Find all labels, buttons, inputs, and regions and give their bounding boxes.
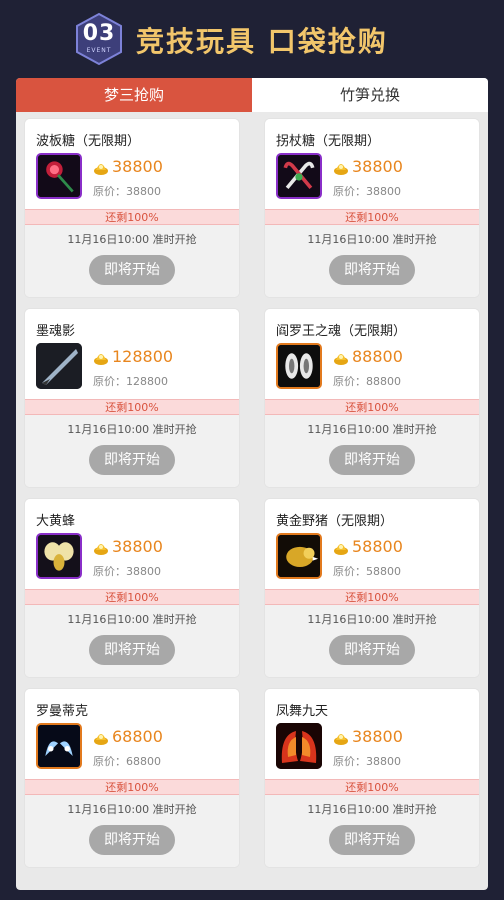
item-card: 凤舞九天 38800 原价：38800 还剩100% 11月16日10:00 准…	[264, 688, 480, 868]
item-card: 黄金野猪（无限期） 58800 原价：58800 还剩100% 11月16日10…	[264, 498, 480, 678]
item-card: 罗曼蒂克 68800 原价：68800 还剩100% 11月16日10:00 准…	[24, 688, 240, 868]
coming-soon-button[interactable]: 即将开始	[89, 445, 175, 475]
shop-panel: 梦三抢购 竹笋兑换 波板糖（无限期） 38800 原价：38800 还剩100%…	[16, 78, 488, 890]
bamboo-coin-icon	[334, 353, 348, 365]
badge-number: 03	[82, 21, 116, 46]
sale-time: 11月16日10:00 准时开抢	[67, 803, 197, 816]
original-price: 原价：68800	[93, 755, 161, 768]
bamboo-coin-icon	[334, 733, 348, 745]
item-price: 38800	[352, 157, 403, 176]
coming-soon-button[interactable]: 即将开始	[329, 255, 415, 285]
phoenix-wings-icon	[276, 723, 322, 769]
sale-time: 11月16日10:00 准时开抢	[307, 803, 437, 816]
blade-icon	[36, 343, 82, 389]
item-name: 拐杖糖（无限期）	[276, 134, 381, 149]
item-price: 38800	[112, 157, 163, 176]
tab-bar: 梦三抢购 竹笋兑换	[16, 78, 488, 112]
stock-remaining: 还剩100%	[25, 209, 239, 225]
sale-time: 11月16日10:00 准时开抢	[67, 613, 197, 626]
coming-soon-button[interactable]: 即将开始	[329, 445, 415, 475]
soul-icon	[276, 343, 322, 389]
sale-time: 11月16日10:00 准时开抢	[307, 423, 437, 436]
bamboo-coin-icon	[94, 543, 108, 555]
bee-icon	[36, 533, 82, 579]
stock-remaining: 还剩100%	[265, 589, 479, 605]
bamboo-coin-icon	[334, 163, 348, 175]
item-name: 黄金野猪（无限期）	[276, 514, 394, 529]
original-price: 原价：128800	[93, 375, 168, 388]
bamboo-coin-icon	[94, 733, 108, 745]
stock-remaining: 还剩100%	[265, 209, 479, 225]
stock-remaining: 还剩100%	[25, 779, 239, 795]
romantic-wings-icon	[36, 723, 82, 769]
item-name: 凤舞九天	[276, 704, 329, 719]
item-name: 阎罗王之魂（无限期）	[276, 324, 407, 339]
original-price: 原价：88800	[333, 375, 401, 388]
candy-cane-icon	[276, 153, 322, 199]
original-price: 原价：58800	[333, 565, 401, 578]
badge-subtitle: EVENT	[86, 47, 112, 54]
event-badge: 03 EVENT	[74, 12, 124, 66]
tab-flash-sale[interactable]: 梦三抢购	[16, 78, 252, 112]
item-card: 大黄蜂 38800 原价：38800 还剩100% 11月16日10:00 准时…	[24, 498, 240, 678]
item-grid: 波板糖（无限期） 38800 原价：38800 还剩100% 11月16日10:…	[24, 118, 480, 868]
stock-remaining: 还剩100%	[25, 589, 239, 605]
item-name: 大黄蜂	[36, 514, 76, 529]
item-price: 38800	[112, 537, 163, 556]
item-price: 58800	[352, 537, 403, 556]
item-card: 拐杖糖（无限期） 38800 原价：38800 还剩100% 11月16日10:…	[264, 118, 480, 298]
tab-bamboo-exchange[interactable]: 竹笋兑换	[252, 78, 488, 112]
coming-soon-button[interactable]: 即将开始	[89, 255, 175, 285]
golden-boar-icon	[276, 533, 322, 579]
page-header: 03 EVENT 竞技玩具 口袋抢购	[0, 0, 504, 72]
stock-remaining: 还剩100%	[25, 399, 239, 415]
item-price: 38800	[352, 727, 403, 746]
item-name: 波板糖（无限期）	[36, 134, 141, 149]
sale-time: 11月16日10:00 准时开抢	[67, 423, 197, 436]
original-price: 原价：38800	[333, 755, 401, 768]
stock-remaining: 还剩100%	[265, 779, 479, 795]
original-price: 原价：38800	[93, 565, 161, 578]
item-card: 墨魂影 128800 原价：128800 还剩100% 11月16日10:00 …	[24, 308, 240, 488]
item-name: 墨魂影	[36, 324, 76, 339]
item-card: 波板糖（无限期） 38800 原价：38800 还剩100% 11月16日10:…	[24, 118, 240, 298]
original-price: 原价：38800	[93, 185, 161, 198]
bamboo-coin-icon	[334, 543, 348, 555]
sale-time: 11月16日10:00 准时开抢	[307, 233, 437, 246]
coming-soon-button[interactable]: 即将开始	[89, 635, 175, 665]
item-price: 68800	[112, 727, 163, 746]
item-price: 128800	[112, 347, 174, 366]
original-price: 原价：38800	[333, 185, 401, 198]
bamboo-coin-icon	[94, 163, 108, 175]
sale-time: 11月16日10:00 准时开抢	[307, 613, 437, 626]
sale-time: 11月16日10:00 准时开抢	[67, 233, 197, 246]
item-name: 罗曼蒂克	[36, 704, 89, 719]
coming-soon-button[interactable]: 即将开始	[329, 825, 415, 855]
page-title: 竞技玩具 口袋抢购	[136, 25, 388, 58]
item-card: 阎罗王之魂（无限期） 88800 原价：88800 还剩100% 11月16日1…	[264, 308, 480, 488]
lollipop-icon	[36, 153, 82, 199]
bamboo-coin-icon	[94, 353, 108, 365]
coming-soon-button[interactable]: 即将开始	[89, 825, 175, 855]
stock-remaining: 还剩100%	[265, 399, 479, 415]
coming-soon-button[interactable]: 即将开始	[329, 635, 415, 665]
item-price: 88800	[352, 347, 403, 366]
